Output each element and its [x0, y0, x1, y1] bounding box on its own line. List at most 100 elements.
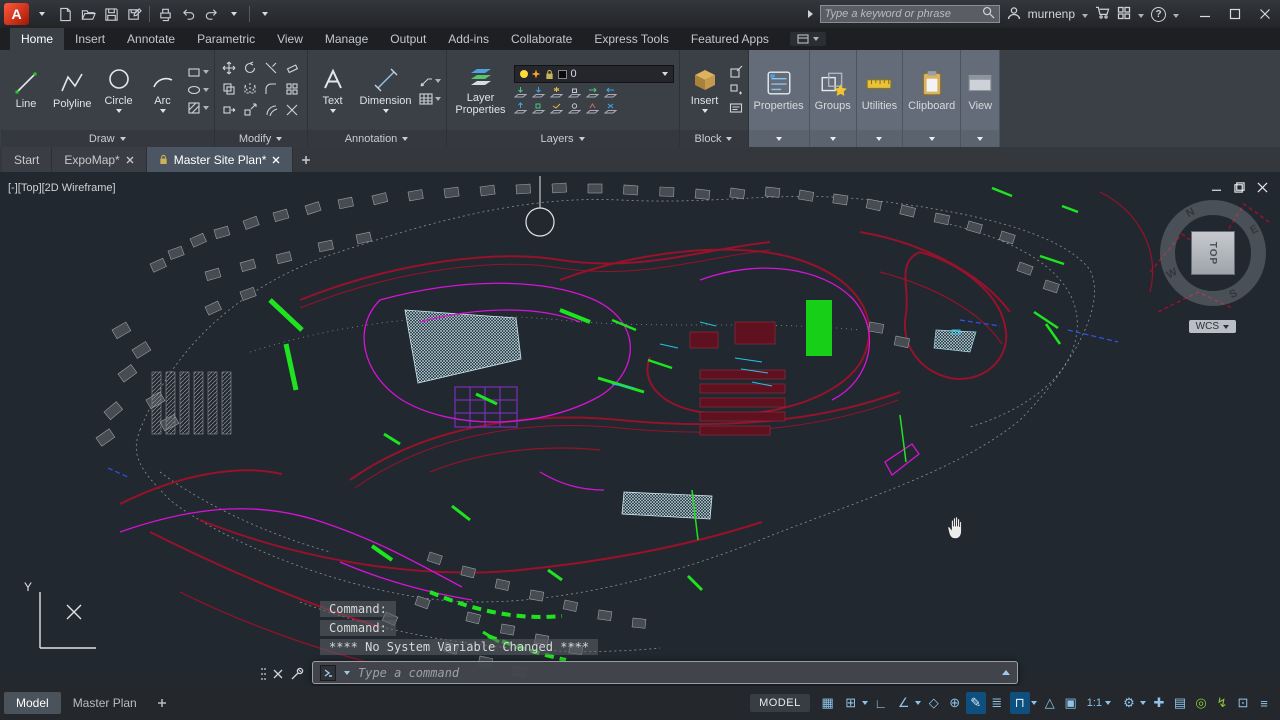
- viewport-close-icon[interactable]: [1257, 182, 1268, 193]
- tab-collaborate[interactable]: Collaborate: [500, 28, 583, 50]
- annotation-scale-control[interactable]: 1:1: [1082, 697, 1116, 709]
- polar-tracking-icon[interactable]: ∠: [894, 692, 914, 714]
- draw-panel-footer[interactable]: Draw: [1, 130, 214, 147]
- user-dropdown-icon[interactable]: [1082, 7, 1088, 21]
- wcs-dropdown[interactable]: WCS: [1189, 320, 1236, 333]
- command-grip-icon[interactable]: [260, 667, 266, 681]
- minimize-icon[interactable]: [1190, 0, 1220, 28]
- autoscale-icon[interactable]: ▣: [1061, 692, 1081, 714]
- tab-output[interactable]: Output: [379, 28, 437, 50]
- cart-icon[interactable]: [1095, 6, 1110, 22]
- viewcube-top-face[interactable]: TOP: [1191, 231, 1235, 275]
- text-dropdown-icon[interactable]: [330, 109, 336, 113]
- create-block-icon[interactable]: [729, 83, 743, 97]
- ribbon-display-toggle[interactable]: [790, 32, 826, 46]
- leader-tool-icon[interactable]: [419, 74, 441, 88]
- layout-tab-master-plan[interactable]: Master Plan: [61, 692, 149, 714]
- layer-walk-tool-icon[interactable]: [550, 102, 563, 115]
- stretch-icon[interactable]: [222, 103, 236, 120]
- rectangle-tool-icon[interactable]: [187, 65, 209, 79]
- rotate-icon[interactable]: [243, 61, 257, 78]
- trim-icon[interactable]: [264, 61, 278, 78]
- new-drawing-tab-button[interactable]: [293, 147, 319, 172]
- open-file-icon[interactable]: [78, 4, 98, 24]
- layer-freeze-tool-icon[interactable]: [550, 86, 563, 99]
- hatch-tool-icon[interactable]: [187, 101, 209, 115]
- snap-mode-group[interactable]: ⊞: [839, 692, 870, 714]
- layer-vpfreeze-tool-icon[interactable]: [568, 102, 581, 115]
- explode-icon[interactable]: [285, 103, 299, 120]
- compass-east-label[interactable]: E: [1248, 223, 1260, 237]
- circle-dropdown-icon[interactable]: [116, 109, 122, 113]
- help-dropdown-icon[interactable]: [1173, 7, 1179, 21]
- layer-delete-tool-icon[interactable]: [604, 102, 617, 115]
- define-attributes-icon[interactable]: [729, 101, 743, 115]
- array-icon[interactable]: [285, 82, 299, 99]
- maximize-icon[interactable]: [1220, 0, 1250, 28]
- groups-icon[interactable]: [819, 69, 847, 97]
- edit-block-icon[interactable]: [729, 65, 743, 79]
- redo-dropdown-icon[interactable]: [224, 4, 244, 24]
- layer-merge-tool-icon[interactable]: [586, 102, 599, 115]
- view-panel-footer[interactable]: [961, 130, 999, 147]
- circle-button[interactable]: Circle: [99, 66, 139, 114]
- drawing-canvas[interactable]: [-][Top][2D Wireframe] N E S W TOP WCS Y: [0, 172, 1280, 686]
- save-icon[interactable]: [101, 4, 121, 24]
- block-panel-footer[interactable]: Block: [680, 130, 748, 147]
- arc-dropdown-icon[interactable]: [160, 109, 166, 113]
- search-input[interactable]: [825, 8, 978, 20]
- utilities-panel-label[interactable]: Utilities: [862, 100, 897, 112]
- layer-match-tool-icon[interactable]: [586, 86, 599, 99]
- snap-dropdown-icon[interactable]: [862, 701, 868, 705]
- clipboard-panel-label[interactable]: Clipboard: [908, 100, 955, 112]
- tab-insert[interactable]: Insert: [64, 28, 116, 50]
- scale-icon[interactable]: [243, 103, 257, 120]
- object-snap-dropdown-icon[interactable]: [1031, 701, 1037, 705]
- tab-annotate[interactable]: Annotate: [116, 28, 186, 50]
- line-button[interactable]: Line: [6, 69, 46, 111]
- command-history-chevron-icon[interactable]: [1002, 670, 1010, 675]
- layer-copy-objects-tool-icon[interactable]: [532, 102, 545, 115]
- file-tab-expomap[interactable]: ExpoMap*: [52, 147, 146, 172]
- app-menu-chevron-icon[interactable]: [32, 4, 52, 24]
- infocenter-collapse-icon[interactable]: [808, 10, 813, 18]
- close-icon[interactable]: [1250, 0, 1280, 28]
- polar-dropdown-icon[interactable]: [915, 701, 921, 705]
- isolate-objects-icon[interactable]: ◎: [1191, 692, 1211, 714]
- compass-south-label[interactable]: S: [1227, 287, 1239, 301]
- properties-panel-footer[interactable]: [749, 130, 809, 147]
- model-space-toggle[interactable]: MODEL: [750, 694, 810, 712]
- utilities-panel-footer[interactable]: [857, 130, 902, 147]
- object-snap-group[interactable]: ⊓: [1008, 692, 1039, 714]
- view-panel-icon[interactable]: [966, 69, 994, 97]
- groups-panel-footer[interactable]: [810, 130, 856, 147]
- autocad-logo-icon[interactable]: A: [4, 3, 29, 25]
- compass-north-label[interactable]: N: [1184, 206, 1197, 220]
- utilities-icon[interactable]: [865, 69, 893, 97]
- insert-dropdown-icon[interactable]: [702, 109, 708, 113]
- new-layout-button[interactable]: [151, 693, 173, 713]
- tab-express-tools[interactable]: Express Tools: [583, 28, 679, 50]
- undo-icon[interactable]: [178, 4, 198, 24]
- properties-panel-label[interactable]: Properties: [754, 100, 804, 112]
- apps-dropdown-icon[interactable]: [1138, 7, 1144, 21]
- layer-properties-button[interactable]: Layer Properties: [452, 63, 510, 117]
- workspace-switching-icon[interactable]: ⚙: [1119, 692, 1139, 714]
- groups-panel-label[interactable]: Groups: [815, 100, 851, 112]
- user-icon[interactable]: [1007, 6, 1021, 23]
- dimension-button[interactable]: Dimension: [357, 66, 415, 114]
- username-label[interactable]: murnenp: [1028, 7, 1075, 21]
- apps-exchange-icon[interactable]: [1117, 6, 1131, 23]
- save-as-icon[interactable]: [124, 4, 144, 24]
- polyline-button[interactable]: Polyline: [50, 69, 95, 111]
- dimension-dropdown-icon[interactable]: [383, 109, 389, 113]
- move-icon[interactable]: [222, 61, 236, 78]
- offset-icon[interactable]: [264, 103, 278, 120]
- ortho-mode-icon[interactable]: ∟: [871, 692, 891, 714]
- command-options-chevron-icon[interactable]: [344, 671, 350, 675]
- clean-screen-icon[interactable]: ⊡: [1233, 692, 1253, 714]
- grid-display-icon[interactable]: ▦: [818, 692, 838, 714]
- polar-tracking-group[interactable]: ∠: [892, 692, 923, 714]
- command-close-icon[interactable]: [273, 669, 283, 679]
- redo-icon[interactable]: [201, 4, 221, 24]
